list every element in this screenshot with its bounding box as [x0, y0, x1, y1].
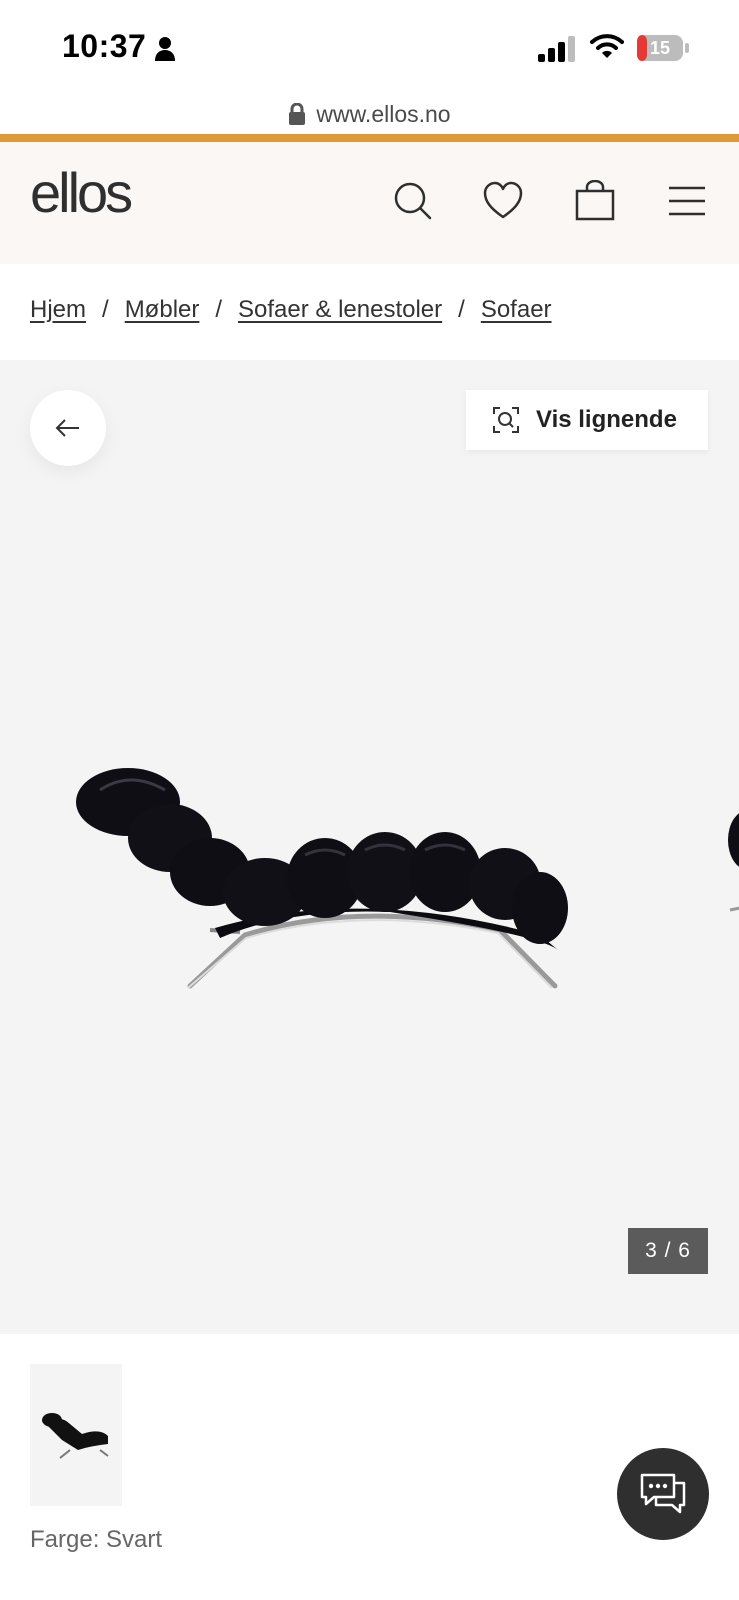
- breadcrumb: Hjem / Møbler / Sofaer & lenestoler / So…: [30, 296, 552, 324]
- back-button[interactable]: [30, 390, 106, 466]
- url-bar[interactable]: www.ellos.no: [0, 92, 739, 136]
- wifi-icon: [590, 34, 624, 58]
- accent-bar: [0, 134, 739, 142]
- lock-icon: [289, 103, 306, 125]
- bag-icon[interactable]: [574, 180, 616, 222]
- status-bar: 10:37 15: [0, 0, 739, 100]
- arrow-left-icon: [55, 419, 79, 437]
- chat-button[interactable]: [617, 1448, 709, 1540]
- breadcrumb-separator: /: [215, 296, 223, 323]
- thumbnail-image: [42, 1413, 109, 1459]
- breadcrumb-item-sofaer[interactable]: Sofaer: [481, 296, 552, 324]
- ellos-logo[interactable]: ellos: [30, 160, 133, 225]
- color-label: Farge: Svart: [30, 1526, 163, 1553]
- similar-products-button[interactable]: Vis lignende: [466, 390, 708, 450]
- status-time: 10:37: [62, 28, 147, 64]
- chat-icon: [640, 1473, 686, 1514]
- product-image-chaise-lounge[interactable]: [70, 760, 590, 1000]
- similar-products-label: Vis lignende: [536, 406, 677, 433]
- battery-level: 15: [649, 38, 671, 58]
- breadcrumb-item-sofaer-lenestoler[interactable]: Sofaer & lenestoler: [238, 296, 442, 324]
- breadcrumb-separator: /: [458, 296, 465, 323]
- heart-icon[interactable]: [482, 180, 524, 222]
- next-image-preview: [728, 813, 739, 912]
- visual-search-icon: [493, 407, 519, 433]
- breadcrumb-item-hjem[interactable]: Hjem: [30, 296, 86, 324]
- menu-icon[interactable]: [666, 180, 708, 222]
- breadcrumb-item-mobler[interactable]: Møbler: [125, 296, 200, 324]
- url-text: www.ellos.no: [316, 100, 451, 127]
- search-icon[interactable]: [392, 180, 434, 222]
- product-gallery[interactable]: Vis lignende 3 / 6: [0, 360, 739, 1334]
- person-icon: [155, 37, 175, 61]
- image-counter: 3 / 6: [628, 1228, 708, 1274]
- signal-icon: [538, 36, 575, 62]
- breadcrumb-separator: /: [102, 296, 109, 323]
- thumbnail-black[interactable]: [30, 1364, 122, 1506]
